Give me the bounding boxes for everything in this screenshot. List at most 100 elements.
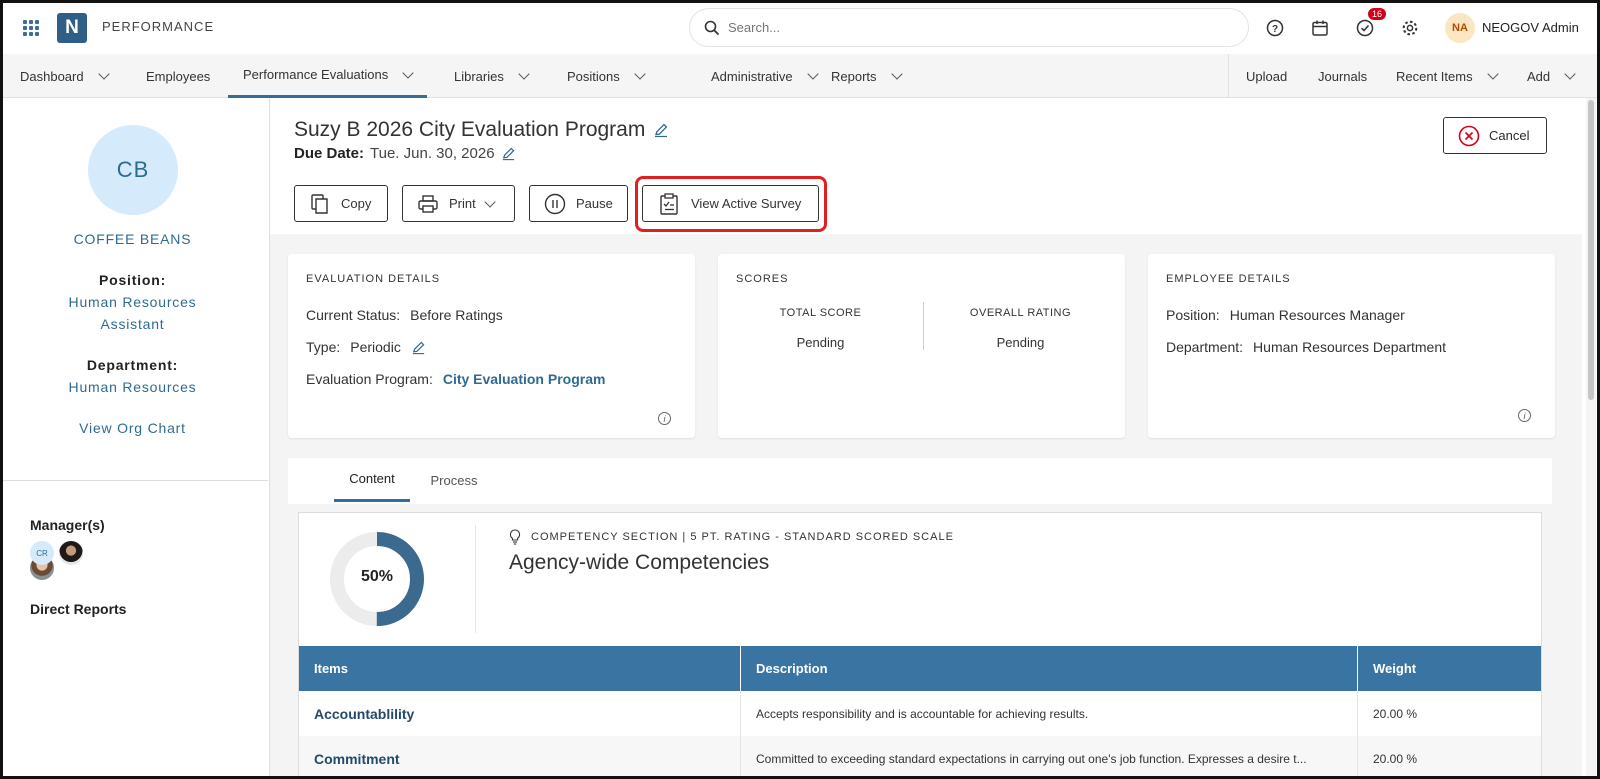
app-launcher-icon[interactable]: [23, 20, 39, 36]
position-row: Position: Human Resources Manager: [1166, 307, 1405, 323]
page-scrollbar[interactable]: [1586, 98, 1596, 779]
edit-pencil-icon[interactable]: [653, 122, 669, 138]
sidebar-divider: [0, 480, 268, 481]
settings-gear-icon[interactable]: [1399, 17, 1421, 39]
help-icon[interactable]: ?: [1264, 17, 1286, 39]
cancel-label: Cancel: [1489, 128, 1530, 143]
chevron-down-icon: [806, 68, 819, 80]
nav-label: Employees: [146, 68, 211, 84]
nav-positions[interactable]: Positions: [567, 54, 646, 98]
due-date: Due Date: Tue. Jun. 30, 2026: [294, 145, 516, 162]
competency-table-header: Items Description Weight: [299, 646, 1541, 691]
nav-employees[interactable]: Employees: [146, 54, 210, 98]
position-value-line2[interactable]: Assistant: [0, 316, 265, 332]
copy-button[interactable]: Copy: [294, 185, 388, 222]
evaluation-header: Suzy B 2026 City Evaluation Program Due …: [270, 98, 1582, 234]
chevron-down-icon: [634, 68, 646, 80]
scrollbar-thumb[interactable]: [1588, 100, 1594, 400]
type-value: Periodic: [350, 339, 401, 355]
department-row: Department: Human Resources Department: [1166, 339, 1446, 355]
section-subtitle-text: COMPETENCY SECTION | 5 PT. RATING - STAN…: [531, 531, 954, 543]
nav-add[interactable]: Add: [1527, 54, 1576, 98]
notification-badge: 16: [1368, 8, 1387, 20]
department-value[interactable]: Human Resources: [0, 379, 265, 395]
top-bar: N PERFORMANCE ? 16 NA NEOGOV Admin: [0, 0, 1600, 54]
title-text: Suzy B 2026 City Evaluation Program: [294, 118, 646, 141]
cancel-x-icon: [1458, 125, 1480, 146]
table-row[interactable]: Commitment Committed to exceeding standa…: [299, 736, 1541, 779]
copy-label: Copy: [341, 196, 372, 211]
employee-name[interactable]: COFFEE BEANS: [0, 231, 265, 247]
print-label: Print: [449, 196, 476, 211]
pause-button[interactable]: Pause: [529, 185, 628, 222]
svg-text:?: ?: [1272, 24, 1278, 35]
pause-icon: [544, 193, 566, 214]
evaluation-details-card: EVALUATION DETAILS Current Status: Befor…: [288, 254, 695, 438]
section-title: Agency-wide Competencies: [509, 551, 770, 574]
print-button[interactable]: Print: [402, 185, 515, 222]
nav-recent-items[interactable]: Recent Items: [1396, 54, 1499, 98]
direct-report-avatar-photo[interactable]: [59, 541, 83, 565]
chevron-down-icon: [1564, 68, 1576, 80]
search-input[interactable]: [728, 20, 1208, 35]
nav-label: Journals: [1318, 68, 1368, 84]
nav-performance-evaluations[interactable]: Performance Evaluations: [228, 54, 428, 98]
calendar-icon[interactable]: [1309, 17, 1331, 39]
total-score-label: TOTAL SCORE: [779, 307, 862, 319]
direct-report-avatar[interactable]: CR: [30, 541, 54, 565]
nav-administrative[interactable]: Administrative: [711, 54, 819, 98]
due-date-label: Due Date:: [294, 145, 365, 162]
section-subtitle: COMPETENCY SECTION | 5 PT. RATING - STAN…: [509, 529, 954, 545]
view-org-chart-link[interactable]: View Org Chart: [0, 420, 265, 436]
info-icon[interactable]: i: [1518, 409, 1531, 422]
nav-divider: [1228, 54, 1229, 98]
edit-pencil-icon[interactable]: [411, 340, 426, 355]
nav-libraries[interactable]: Libraries: [454, 54, 530, 98]
item-cell[interactable]: Commitment: [299, 736, 741, 779]
department-label: Department:: [1166, 339, 1244, 355]
chevron-down-icon: [484, 195, 496, 208]
employee-details-card: EMPLOYEE DETAILS Position: Human Resourc…: [1148, 254, 1555, 438]
type-label: Type:: [306, 339, 341, 355]
pause-label: Pause: [576, 196, 613, 211]
item-cell[interactable]: Accountablility: [299, 691, 741, 736]
position-label: Position:: [1166, 307, 1220, 323]
tasks-check-icon[interactable]: [1354, 17, 1376, 39]
edit-pencil-icon[interactable]: [501, 146, 516, 161]
nav-label: Performance Evaluations: [243, 67, 389, 82]
scores-card: SCORES TOTAL SCORE Pending OVERALL RATIN…: [718, 254, 1125, 438]
position-value-line1[interactable]: Human Resources: [0, 294, 265, 310]
nav-reports[interactable]: Reports: [831, 54, 903, 98]
info-icon[interactable]: i: [658, 412, 671, 425]
type-row: Type: Periodic: [306, 339, 426, 355]
current-status-row: Current Status: Before Ratings: [306, 307, 503, 323]
search-box[interactable]: [690, 9, 1248, 46]
total-score-value: Pending: [796, 335, 845, 350]
user-name[interactable]: NEOGOV Admin: [1482, 20, 1579, 35]
column-header-description[interactable]: Description: [741, 646, 1358, 691]
nav-dashboard[interactable]: Dashboard: [20, 54, 110, 98]
column-header-items[interactable]: Items: [299, 646, 741, 691]
neogov-logo[interactable]: N: [57, 13, 87, 43]
nav-label: Recent Items: [1396, 68, 1473, 84]
main-nav: Dashboard Employees Performance Evaluati…: [0, 54, 1600, 98]
tab-content[interactable]: Content: [334, 458, 410, 502]
nav-upload[interactable]: Upload: [1246, 54, 1287, 98]
copy-icon: [311, 193, 328, 214]
chevron-down-icon: [402, 66, 414, 79]
program-link[interactable]: City Evaluation Program: [443, 371, 606, 387]
employee-avatar: CB: [88, 125, 178, 215]
employee-sidebar: CB COFFEE BEANS Position: Human Resource…: [0, 98, 270, 779]
department-label: Department:: [86, 357, 179, 373]
user-avatar[interactable]: NA: [1445, 13, 1475, 43]
cancel-button[interactable]: Cancel: [1443, 117, 1547, 154]
nav-journals[interactable]: Journals: [1318, 54, 1367, 98]
table-row[interactable]: Accountablility Accepts responsibility a…: [299, 691, 1541, 736]
app-name: PERFORMANCE: [102, 19, 215, 34]
direct-reports-heading: Direct Reports: [30, 601, 127, 617]
tab-process[interactable]: Process: [420, 458, 488, 502]
nav-label: Positions: [567, 68, 620, 84]
description-cell: Committed to exceeding standard expectat…: [741, 736, 1358, 779]
column-header-weight[interactable]: Weight: [1358, 646, 1541, 691]
card-heading: EVALUATION DETAILS: [306, 273, 441, 285]
